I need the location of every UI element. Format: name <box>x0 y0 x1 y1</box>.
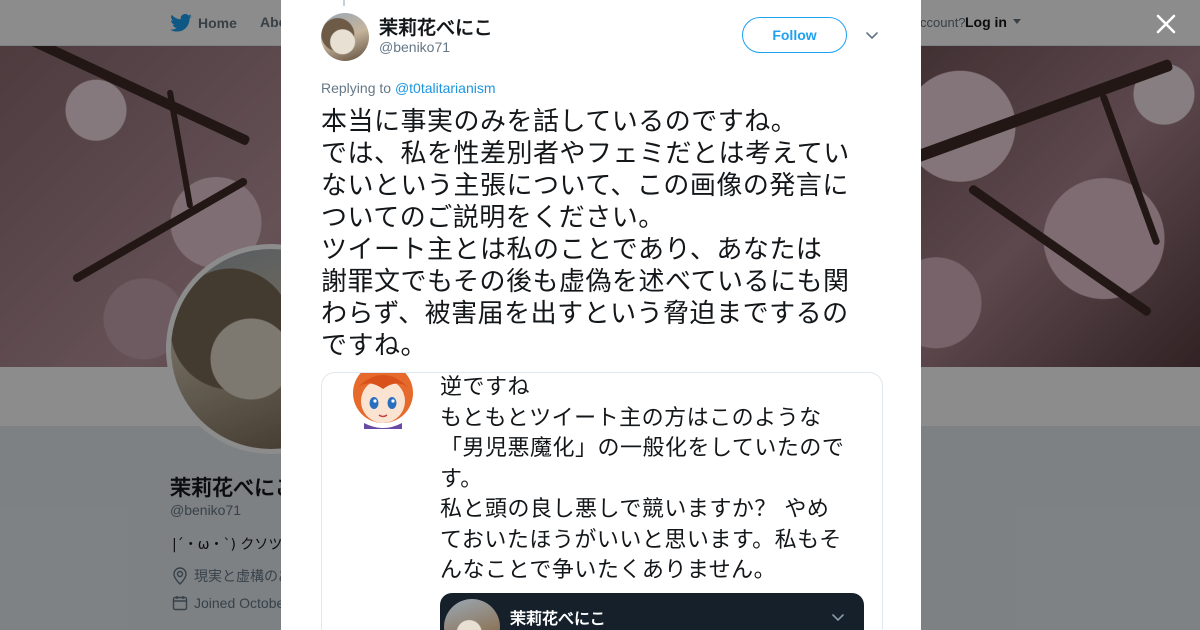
tweet-text: 本当に事実のみを話しているのですね。 では、私を性差別者やフェミだとは考えてい … <box>321 106 887 362</box>
tweet-modal: 茉莉花べにこ @beniko71 Follow Replying to @t0t… <box>281 0 921 630</box>
tweet-text-line: 謝罪文でもその後も虚偽を述べているにも関 <box>321 267 850 297</box>
media-text: 逆ですね もともとツイート主の方はこのような 「男児悪魔化」の一般化をしていたの… <box>440 373 844 587</box>
replying-prefix: Replying to <box>321 80 392 96</box>
anime-avatar-icon <box>353 373 413 429</box>
chevron-down-icon <box>832 614 844 622</box>
media-text-line: もともとツイート主の方はこのような <box>440 405 822 431</box>
thread-connector <box>343 0 345 6</box>
chevron-down-icon[interactable] <box>865 28 879 42</box>
author-handle[interactable]: @beniko71 <box>379 39 450 55</box>
author-name[interactable]: 茉莉花べにこ <box>379 13 493 40</box>
tweet-text-line: では、私を性差別者やフェミだとは考えてい <box>321 139 850 169</box>
media-text-line: 逆ですね <box>440 375 531 400</box>
author-avatar[interactable] <box>321 13 369 61</box>
replying-to: Replying to @t0talitarianism <box>321 80 496 96</box>
tweet-text-line: ツイート主とは私のことであり、あなたは <box>321 235 823 265</box>
follow-button[interactable]: Follow <box>742 17 847 53</box>
tweet-text-line: わらず、被害届を出すという脅迫までするの <box>321 299 849 329</box>
media-text-line: 「男児悪魔化」の一般化をしていたので <box>440 436 845 461</box>
tweet-text-line: 本当に事実のみを話しているのですね。 <box>321 107 798 137</box>
media-text-line: 私と頭の良し悪しで競いますか？ やめ <box>440 497 830 522</box>
replying-to-link[interactable]: @t0talitarianism <box>395 80 496 96</box>
tweet-media-image[interactable]: 逆ですね もともとツイート主の方はこのような 「男児悪魔化」の一般化をしていたの… <box>321 372 883 630</box>
media-text-line: ておいたほうがいいと思います。私もそ <box>440 527 842 553</box>
media-text-line: んなことで争いたくありません。 <box>440 558 777 583</box>
embedded-avatar <box>444 599 500 630</box>
media-text-line: す。 <box>440 466 483 492</box>
tweet-text-line: ついてのご説明をください。 <box>321 203 665 233</box>
embedded-author-name: 茉莉花べにこ <box>510 609 606 628</box>
tweet-text-line: ないという主張について、この画像の発言に <box>321 171 849 201</box>
close-icon[interactable] <box>1154 12 1178 36</box>
embedded-tweet-card: 茉莉花べにこ <box>440 593 864 630</box>
tweet-text-line: ですね。 <box>321 331 428 361</box>
